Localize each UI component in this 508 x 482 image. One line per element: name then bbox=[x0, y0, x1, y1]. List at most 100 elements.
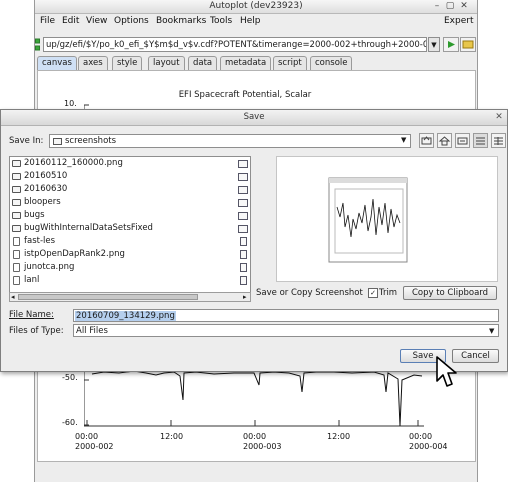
file-name: bugs bbox=[24, 210, 45, 220]
close-icon[interactable]: ✕ bbox=[459, 1, 469, 12]
x-tick-time: 12:00 bbox=[327, 432, 351, 441]
folder-icon bbox=[238, 225, 248, 233]
menu-options[interactable]: Options bbox=[114, 14, 149, 29]
list-item[interactable]: junotca.png bbox=[10, 261, 250, 274]
file-name: 20160112_160000.png bbox=[24, 158, 123, 168]
folder-open-icon bbox=[462, 40, 474, 49]
new-folder-button[interactable] bbox=[455, 133, 470, 148]
scroll-thumb[interactable] bbox=[18, 294, 198, 300]
up-folder-icon bbox=[421, 136, 432, 145]
tab-console[interactable]: console bbox=[310, 56, 353, 70]
scroll-right-icon[interactable]: ▸ bbox=[243, 293, 247, 301]
url-history-dropdown[interactable]: ▼ bbox=[428, 37, 440, 52]
tab-data[interactable]: data bbox=[188, 56, 218, 70]
list-item[interactable]: bugs bbox=[10, 209, 250, 222]
chevron-down-icon[interactable]: ▼ bbox=[489, 325, 494, 337]
maximize-icon[interactable]: ▢ bbox=[445, 1, 455, 12]
tab-canvas[interactable]: canvas bbox=[37, 56, 77, 70]
file-icon bbox=[240, 250, 247, 259]
file-icon bbox=[240, 237, 247, 246]
list-view-button[interactable] bbox=[473, 133, 488, 148]
file-name-value: 20160709_134129.png bbox=[75, 311, 176, 321]
file-icon bbox=[240, 276, 247, 285]
list-item[interactable]: fast-les bbox=[10, 235, 250, 248]
file-name: lanl bbox=[24, 275, 40, 285]
tab-layout[interactable]: layout bbox=[148, 56, 185, 70]
list-view-icon bbox=[476, 137, 485, 145]
play-icon bbox=[448, 41, 455, 48]
data-set-url-input[interactable]: up/gz/efi/$Y/po_k0_efi_$Y$m$d_v$v.cdf?PO… bbox=[43, 37, 427, 52]
x-tick-date: 2000-004 bbox=[409, 442, 448, 451]
file-name-label: File Name: bbox=[9, 310, 54, 320]
files-of-type-value: All Files bbox=[76, 326, 108, 336]
list-item[interactable]: 20160630 bbox=[10, 183, 250, 196]
folder-icon bbox=[12, 186, 21, 193]
scroll-left-icon[interactable]: ◂ bbox=[11, 293, 15, 301]
details-view-button[interactable] bbox=[491, 133, 506, 148]
new-folder-icon bbox=[457, 137, 468, 145]
menu-help[interactable]: Help bbox=[240, 14, 261, 29]
trim-checkbox[interactable]: ✓ bbox=[368, 288, 378, 298]
file-name: bloopers bbox=[24, 197, 61, 207]
x-tick-date: 2000-003 bbox=[243, 442, 282, 451]
plot-title: EFI Spacecraft Potential, Scalar bbox=[178, 90, 312, 100]
folder-icon bbox=[12, 160, 21, 167]
close-icon[interactable]: ✕ bbox=[494, 112, 504, 122]
menu-expert[interactable]: Expert bbox=[444, 14, 474, 29]
save-in-value: screenshots bbox=[65, 136, 117, 146]
file-list[interactable]: 20160112_160000.png 20160510 20160630 bl… bbox=[9, 156, 251, 302]
cancel-button[interactable]: Cancel bbox=[452, 349, 499, 363]
menu-tools[interactable]: Tools bbox=[210, 14, 232, 29]
list-item[interactable]: 20160510 bbox=[10, 170, 250, 183]
save-in-label: Save In: bbox=[9, 136, 44, 146]
folder-icon bbox=[238, 173, 248, 181]
folder-icon bbox=[238, 199, 248, 207]
menu-bookmarks[interactable]: Bookmarks bbox=[156, 14, 206, 29]
file-name: fast-les bbox=[24, 236, 56, 246]
window-title: Autoplot (dev23923) bbox=[35, 0, 477, 14]
save-in-combo[interactable]: screenshots ▼ bbox=[49, 134, 411, 148]
list-item[interactable]: istpOpenDapRank2.png bbox=[10, 248, 250, 261]
dialog-title: Save bbox=[1, 110, 507, 126]
list-item[interactable]: bugWithInternalDataSetsFixed bbox=[10, 222, 250, 235]
tab-metadata[interactable]: metadata bbox=[220, 56, 272, 70]
file-icon bbox=[13, 263, 20, 272]
folder-icon bbox=[12, 199, 21, 206]
minimize-icon[interactable]: – bbox=[432, 1, 442, 12]
folder-icon bbox=[238, 160, 248, 168]
x-tick-time: 12:00 bbox=[160, 432, 184, 441]
browse-button[interactable] bbox=[460, 37, 476, 52]
menubar: File Edit View Options Bookmarks Tools H… bbox=[35, 14, 477, 29]
mouse-pointer-icon bbox=[436, 356, 457, 387]
list-item[interactable]: bloopers bbox=[10, 196, 250, 209]
tab-style[interactable]: style bbox=[112, 56, 143, 70]
menu-edit[interactable]: Edit bbox=[62, 14, 79, 29]
plot-button[interactable] bbox=[443, 37, 459, 52]
home-button[interactable] bbox=[437, 133, 452, 148]
data-trace bbox=[91, 370, 423, 427]
preview-thumbnail bbox=[328, 177, 408, 263]
list-item[interactable]: 20160112_160000.png bbox=[10, 157, 250, 170]
menu-view[interactable]: View bbox=[86, 14, 107, 29]
folder-icon bbox=[238, 186, 248, 194]
up-one-level-button[interactable] bbox=[419, 133, 434, 148]
file-icon bbox=[13, 276, 20, 285]
copy-to-clipboard-button[interactable]: Copy to Clipboard bbox=[403, 286, 497, 300]
files-of-type-combo[interactable]: All Files ▼ bbox=[73, 324, 499, 337]
x-tick-time: 00:00 bbox=[75, 432, 99, 441]
tab-script[interactable]: script bbox=[273, 56, 307, 70]
data-source-status-icon bbox=[35, 38, 40, 51]
chevron-down-icon[interactable]: ▼ bbox=[401, 136, 406, 144]
file-name: bugWithInternalDataSetsFixed bbox=[24, 223, 153, 233]
horizontal-scrollbar[interactable]: ◂ ▸ bbox=[9, 292, 251, 302]
file-name-input[interactable]: 20160709_134129.png bbox=[73, 309, 499, 322]
screenshot-preview bbox=[276, 156, 498, 282]
details-view-icon bbox=[494, 137, 503, 145]
y-tick-label: 10. bbox=[64, 99, 77, 108]
x-tick-time: 00:00 bbox=[243, 432, 267, 441]
list-item[interactable]: lanl bbox=[10, 274, 250, 287]
files-of-type-label: Files of Type: bbox=[9, 326, 64, 336]
menu-file[interactable]: File bbox=[40, 14, 55, 29]
home-icon bbox=[438, 136, 451, 146]
tab-axes[interactable]: axes bbox=[78, 56, 108, 70]
